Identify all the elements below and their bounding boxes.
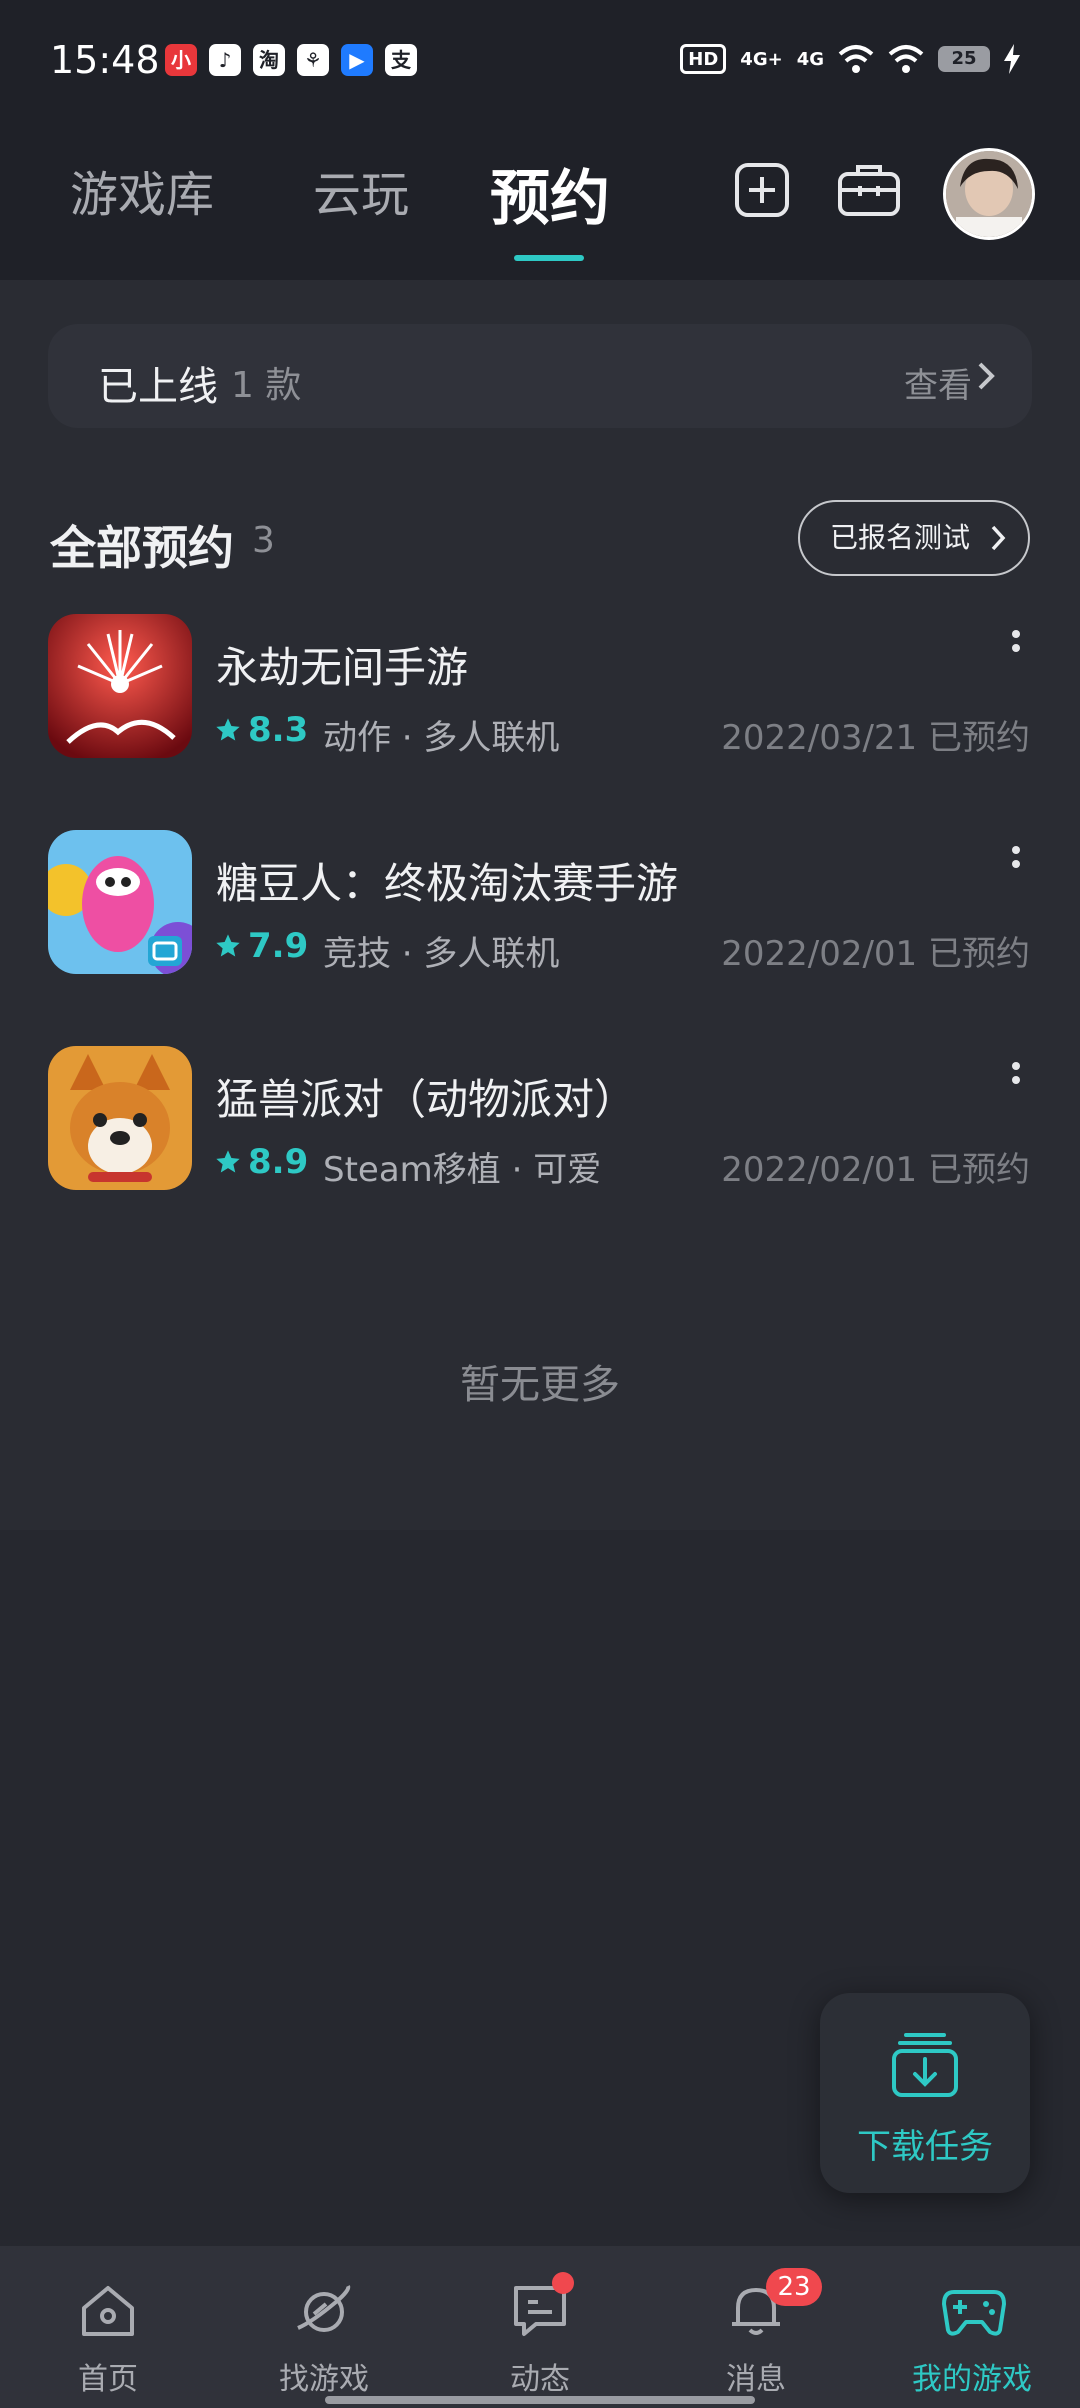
- reservation-date: 2022/02/01 已预约: [721, 934, 1030, 974]
- more-vertical-icon[interactable]: [1004, 628, 1028, 668]
- toolbox-icon[interactable]: [836, 160, 902, 220]
- star-icon: [216, 718, 240, 741]
- no-more-text: 暂无更多: [460, 1362, 620, 1408]
- game-tags: Steam移植 · 可爱: [323, 1150, 602, 1190]
- reservation-date: 2022/02/01 已预约: [721, 1150, 1030, 1190]
- home-indicator: [325, 2396, 755, 2404]
- status-indicators: HD 4G+ 4G 25: [680, 42, 1020, 76]
- section-title: 全部预约: [50, 521, 234, 575]
- chevron-right-icon: [978, 362, 995, 390]
- registered-test-label: 已报名测试: [830, 521, 971, 554]
- gamepad-icon: [942, 2290, 1006, 2336]
- nav-messages[interactable]: 23 消息: [648, 2246, 864, 2408]
- online-games-card[interactable]: 已上线 1 款 查看: [48, 324, 1032, 428]
- nav-home[interactable]: 首页: [0, 2246, 216, 2408]
- nav-feed-label: 动态: [510, 2362, 570, 2397]
- star-icon: [216, 1150, 240, 1173]
- tab-indicator: [514, 255, 584, 261]
- more-vertical-icon[interactable]: [1004, 844, 1028, 884]
- tab-cloud-play[interactable]: 云玩: [313, 155, 409, 225]
- view-link[interactable]: 查看: [904, 358, 972, 407]
- online-title: 已上线: [98, 364, 218, 410]
- home-icon: [82, 2286, 134, 2336]
- download-tasks-label: 下载任务: [857, 2127, 993, 2167]
- taobao-icon: 淘: [253, 44, 285, 76]
- game-title: 永劫无间手游: [216, 643, 469, 692]
- more-vertical-icon[interactable]: [1004, 1060, 1028, 1100]
- game-tags: 竞技 · 多人联机: [323, 934, 560, 974]
- nav-my-games-label: 我的游戏: [912, 2362, 1032, 2397]
- avatar-image: [946, 151, 1032, 237]
- nav-home-label: 首页: [78, 2362, 138, 2397]
- app-icon: ⚘: [297, 44, 329, 76]
- tab-reservations[interactable]: 预约: [490, 150, 610, 237]
- game-icon: [48, 830, 192, 974]
- section-count: 3: [252, 520, 275, 561]
- game-icon: [48, 614, 192, 758]
- game-title: 糖豆人：终极淘汰赛手游: [216, 859, 679, 908]
- game-icon: [48, 1046, 192, 1190]
- reservation-date: 2022/03/21 已预约: [721, 718, 1030, 758]
- messages-badge: 23: [766, 2268, 822, 2306]
- star-icon: [216, 934, 240, 957]
- signal-4g-icon: 4G: [796, 48, 824, 70]
- chevron-right-icon: [991, 525, 1006, 551]
- status-app-icons: 小 ♪ 淘 ⚘ ▶ 支: [165, 44, 417, 76]
- alipay-icon: 支: [385, 44, 417, 76]
- wifi-icon: [888, 45, 924, 73]
- avatar[interactable]: [943, 148, 1035, 240]
- list-item[interactable]: 永劫无间手游 8.3 动作 · 多人联机 2022/03/21 已预约: [0, 614, 1080, 774]
- registered-test-button[interactable]: 已报名测试: [798, 500, 1030, 576]
- status-time: 15:48: [50, 38, 160, 82]
- battery-icon: 25: [938, 46, 990, 72]
- charging-icon: [1004, 44, 1020, 74]
- wifi-icon: [838, 45, 874, 73]
- app-notification-icon: 小: [165, 44, 197, 76]
- tiktok-icon: ♪: [209, 44, 241, 76]
- list-item[interactable]: 糖豆人：终极淘汰赛手游 7.9 竞技 · 多人联机 2022/02/01 已预约: [0, 830, 1080, 990]
- bottom-navigation: 首页 找游戏 动态 23 消息 我的游戏: [0, 2246, 1080, 2408]
- game-score: 7.9: [248, 926, 309, 966]
- game-title: 猛兽派对（动物派对）: [216, 1075, 637, 1124]
- hd-indicator: HD: [680, 44, 727, 74]
- game-score: 8.3: [248, 710, 309, 750]
- list-item[interactable]: 猛兽派对（动物派对） 8.9 Steam移植 · 可爱 2022/02/01 已…: [0, 1046, 1080, 1206]
- nav-messages-label: 消息: [726, 2362, 786, 2397]
- status-bar: 15:48 小 ♪ 淘 ⚘ ▶ 支 HD 4G+ 4G 25: [0, 0, 1080, 130]
- add-icon[interactable]: [732, 160, 792, 220]
- download-tasks-button[interactable]: 下载任务: [820, 1993, 1030, 2193]
- game-score: 8.9: [248, 1142, 309, 1182]
- game-tags: 动作 · 多人联机: [323, 718, 560, 758]
- online-count: 1 款: [231, 365, 302, 406]
- tab-game-library[interactable]: 游戏库: [70, 155, 214, 225]
- feed-badge-dot: [552, 2272, 574, 2294]
- video-app-icon: ▶: [341, 44, 373, 76]
- nav-feed[interactable]: 动态: [432, 2246, 648, 2408]
- nav-my-games[interactable]: 我的游戏: [864, 2246, 1080, 2408]
- download-icon: [892, 2033, 958, 2097]
- planet-icon: [297, 2285, 351, 2332]
- nav-find-games[interactable]: 找游戏: [216, 2246, 432, 2408]
- nav-find-games-label: 找游戏: [279, 2362, 369, 2397]
- signal-4g-plus-icon: 4G+: [740, 48, 783, 70]
